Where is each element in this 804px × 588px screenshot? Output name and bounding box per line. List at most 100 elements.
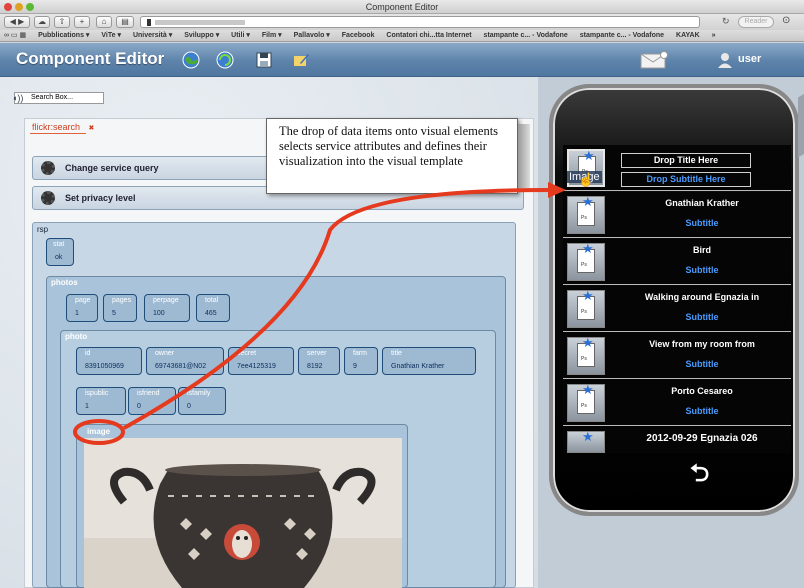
item-title: Walking around Egnazia in (644, 292, 760, 302)
list-item[interactable]: Ps ★ Walking around Egnazia in Subtitle (563, 286, 791, 332)
badge-icon: ★ (582, 288, 594, 303)
close-window-icon[interactable] (4, 3, 12, 11)
share-icon[interactable]: ⇧ (54, 16, 70, 28)
reader-button[interactable]: Reader (738, 16, 774, 28)
bookmark-item[interactable]: Sviluppo ▾ (184, 32, 219, 39)
zoom-window-icon[interactable] (26, 3, 34, 11)
drop-title-slot[interactable]: Drop Title Here (621, 153, 751, 168)
callout-shadow (518, 124, 530, 188)
thumbnail: Ps ★ (567, 382, 605, 422)
bookmark-item[interactable]: Pubblications ▾ (38, 32, 89, 39)
field-name: ispublic (85, 390, 109, 397)
image-label[interactable]: image (87, 427, 110, 436)
minimize-window-icon[interactable] (15, 3, 23, 11)
field-value: 0 (137, 403, 141, 410)
list-item[interactable]: ★ 2012-09-29 Egnazia 026 (563, 427, 791, 453)
reading-list-icon[interactable]: ∞ ▭ ▦ (4, 32, 26, 39)
bookmark-item[interactable]: ViTe ▾ (101, 32, 121, 39)
bookmark-item[interactable]: Facebook (342, 32, 375, 39)
sidebar-icon[interactable]: ▤ (116, 16, 134, 28)
cloud-icon[interactable]: ☁ (34, 16, 50, 28)
item-title: Bird (693, 245, 711, 255)
photo-field[interactable]: title Gnathian Krather (382, 347, 476, 375)
photo-field[interactable]: secret 7ee4125319 (228, 347, 294, 375)
thumbnail: Ps ★ (567, 288, 605, 328)
edit-icon[interactable] (292, 51, 310, 69)
bookmark-item[interactable]: Film ▾ (262, 32, 282, 39)
field-name: stat (53, 241, 65, 248)
photo-field[interactable]: owner 69743681@N02 (146, 347, 224, 375)
username[interactable]: user (738, 53, 761, 65)
photos-field[interactable]: perpage 100 (144, 294, 190, 322)
field-value: 1 (85, 403, 89, 410)
gear-icon (41, 161, 55, 175)
list-item[interactable]: Ps ★ Gnathian Krather Subtitle (563, 192, 791, 238)
photos-field[interactable]: pages 5 (103, 294, 137, 322)
photo-field[interactable]: server 8192 (298, 347, 340, 375)
rsp-label: rsp (37, 225, 49, 234)
thumbnail: ★ (567, 429, 605, 453)
phone-template-row[interactable]: Ps ★ Image Drop Title Here Drop Subtitle… (563, 145, 791, 191)
download-icon[interactable]: ⊙ (782, 15, 790, 26)
save-icon[interactable] (255, 51, 273, 69)
mail-icon[interactable] (640, 51, 668, 69)
bookmark-item[interactable]: Pallavolo ▾ (294, 32, 330, 39)
bookmark-item[interactable]: KAYAK (676, 32, 700, 39)
user-icon[interactable] (716, 51, 734, 69)
photos-field[interactable]: page 1 (66, 294, 98, 322)
badge-icon: ★ (582, 429, 594, 444)
item-subtitle: Subtitle (685, 265, 719, 275)
item-title: 2012-09-29 Egnazia 026 (646, 433, 758, 444)
tab-flickr-search[interactable]: flickr:search ✖ (32, 122, 94, 132)
thumbnail: Ps ★ (567, 241, 605, 281)
reload-icon[interactable]: ↻ (722, 16, 730, 27)
drop-subtitle-slot[interactable]: Drop Subtitle Here (621, 172, 751, 187)
photos-label: photos (51, 278, 78, 287)
list-item[interactable]: Ps ★ View from my room from Subtitle (563, 333, 791, 379)
browser-toolbar: ◀ ▶ ☁ ⇧ + ⌂ ▤ ↻ Reader ⊙ (0, 14, 804, 30)
hand-cursor-icon: ☝ (578, 172, 595, 187)
photos-field[interactable]: total 465 (196, 294, 230, 322)
side-handle[interactable] (798, 90, 804, 158)
photo-field[interactable]: id 8391050969 (76, 347, 142, 375)
field-value: 465 (205, 310, 217, 317)
address-bar[interactable] (140, 16, 700, 28)
globe-icon[interactable] (182, 51, 200, 69)
field-name: id (85, 350, 91, 357)
cursor-caret (147, 19, 151, 26)
field-name: isfriend (137, 390, 160, 397)
refresh-globe-icon[interactable] (216, 51, 234, 69)
field-name: isfamily (187, 390, 211, 397)
field-value: 0 (187, 403, 191, 410)
bookmark-item[interactable]: stampante c... - Vodafone (484, 32, 568, 39)
back-icon[interactable]: ⮌ (690, 456, 709, 497)
item-title: Gnathian Krather (665, 198, 739, 208)
bookmark-item[interactable]: Utili ▾ (231, 32, 250, 39)
photo-field[interactable]: farm 9 (344, 347, 378, 375)
bookmark-item[interactable]: Contatori chi...tta Internet (386, 32, 471, 39)
bookmark-item[interactable]: stampante c... - Vodafone (580, 32, 664, 39)
bookmark-overflow[interactable]: » (712, 32, 716, 39)
speaker-icon: ◖)) (12, 93, 24, 103)
change-service-query-label: Change service query (65, 163, 159, 173)
field-name: secret (237, 350, 257, 357)
tab-label: flickr:search (32, 122, 81, 132)
history-icon[interactable]: ⌂ (96, 16, 112, 28)
photo-field[interactable]: ispublic 1 (76, 387, 126, 415)
bookmark-item[interactable]: Università ▾ (133, 32, 172, 39)
field-value: 9 (353, 363, 357, 370)
gear-icon (41, 191, 55, 205)
photo-field[interactable]: isfamily 0 (178, 387, 226, 415)
list-item[interactable]: Ps ★ Porto Cesareo Subtitle (563, 380, 791, 426)
add-tab-icon[interactable]: + (74, 16, 90, 28)
search-input[interactable]: Search Box... (14, 92, 104, 104)
stat-field[interactable]: stat ok (46, 238, 74, 266)
back-forward-button[interactable]: ◀ ▶ (4, 16, 30, 28)
photo-field[interactable]: isfriend 0 (128, 387, 176, 415)
field-value: Gnathian Krather (391, 363, 445, 370)
field-value: 8192 (307, 363, 323, 370)
list-item[interactable]: Ps ★ Bird Subtitle (563, 239, 791, 285)
tab-close-icon[interactable]: ✖ (89, 125, 95, 132)
window-title: Component Editor (365, 2, 439, 12)
photo-label: photo (65, 332, 88, 341)
